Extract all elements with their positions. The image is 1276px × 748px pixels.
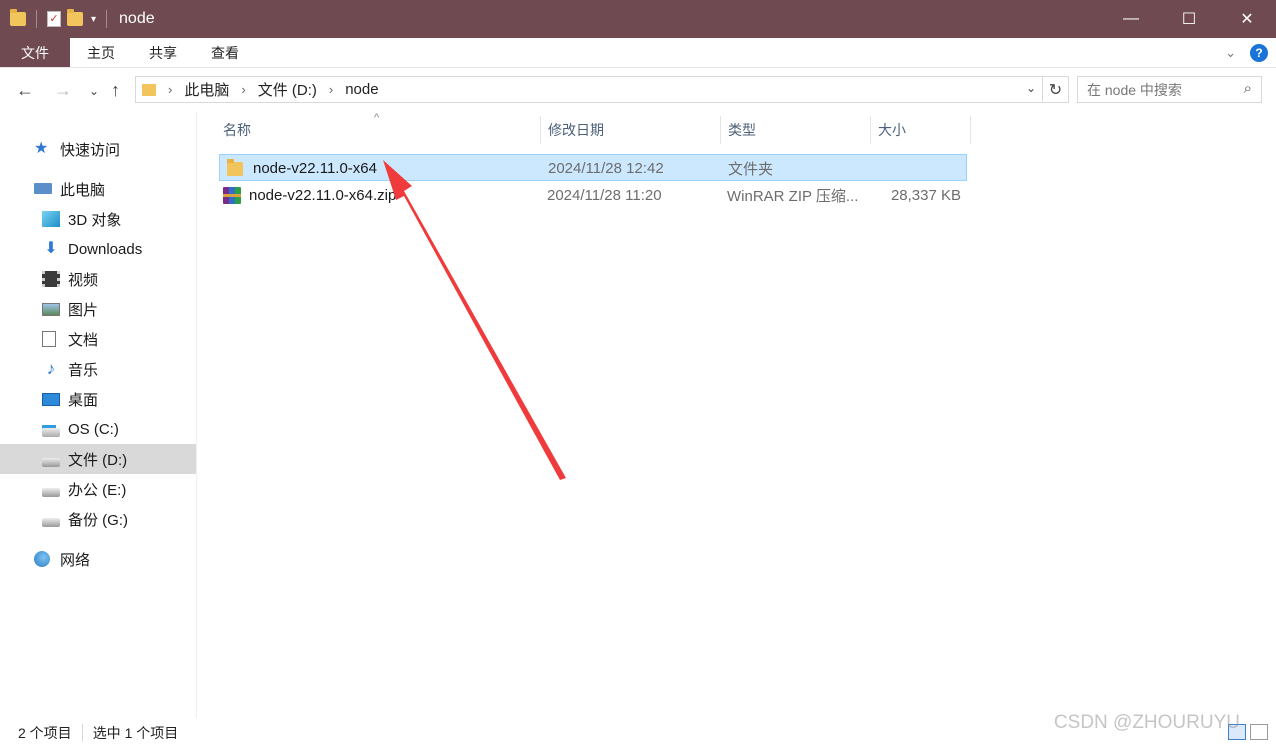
arrow-shape — [383, 160, 566, 480]
watermark: CSDN @ZHOURUYU — [1053, 712, 1240, 733]
item-count: 2 个项目 — [18, 725, 72, 741]
large-icons-view-icon[interactable] — [1250, 724, 1268, 740]
selection-count: 选中 1 个项目 — [92, 725, 179, 741]
annotation-arrow — [383, 160, 566, 480]
status-divider — [81, 724, 83, 742]
